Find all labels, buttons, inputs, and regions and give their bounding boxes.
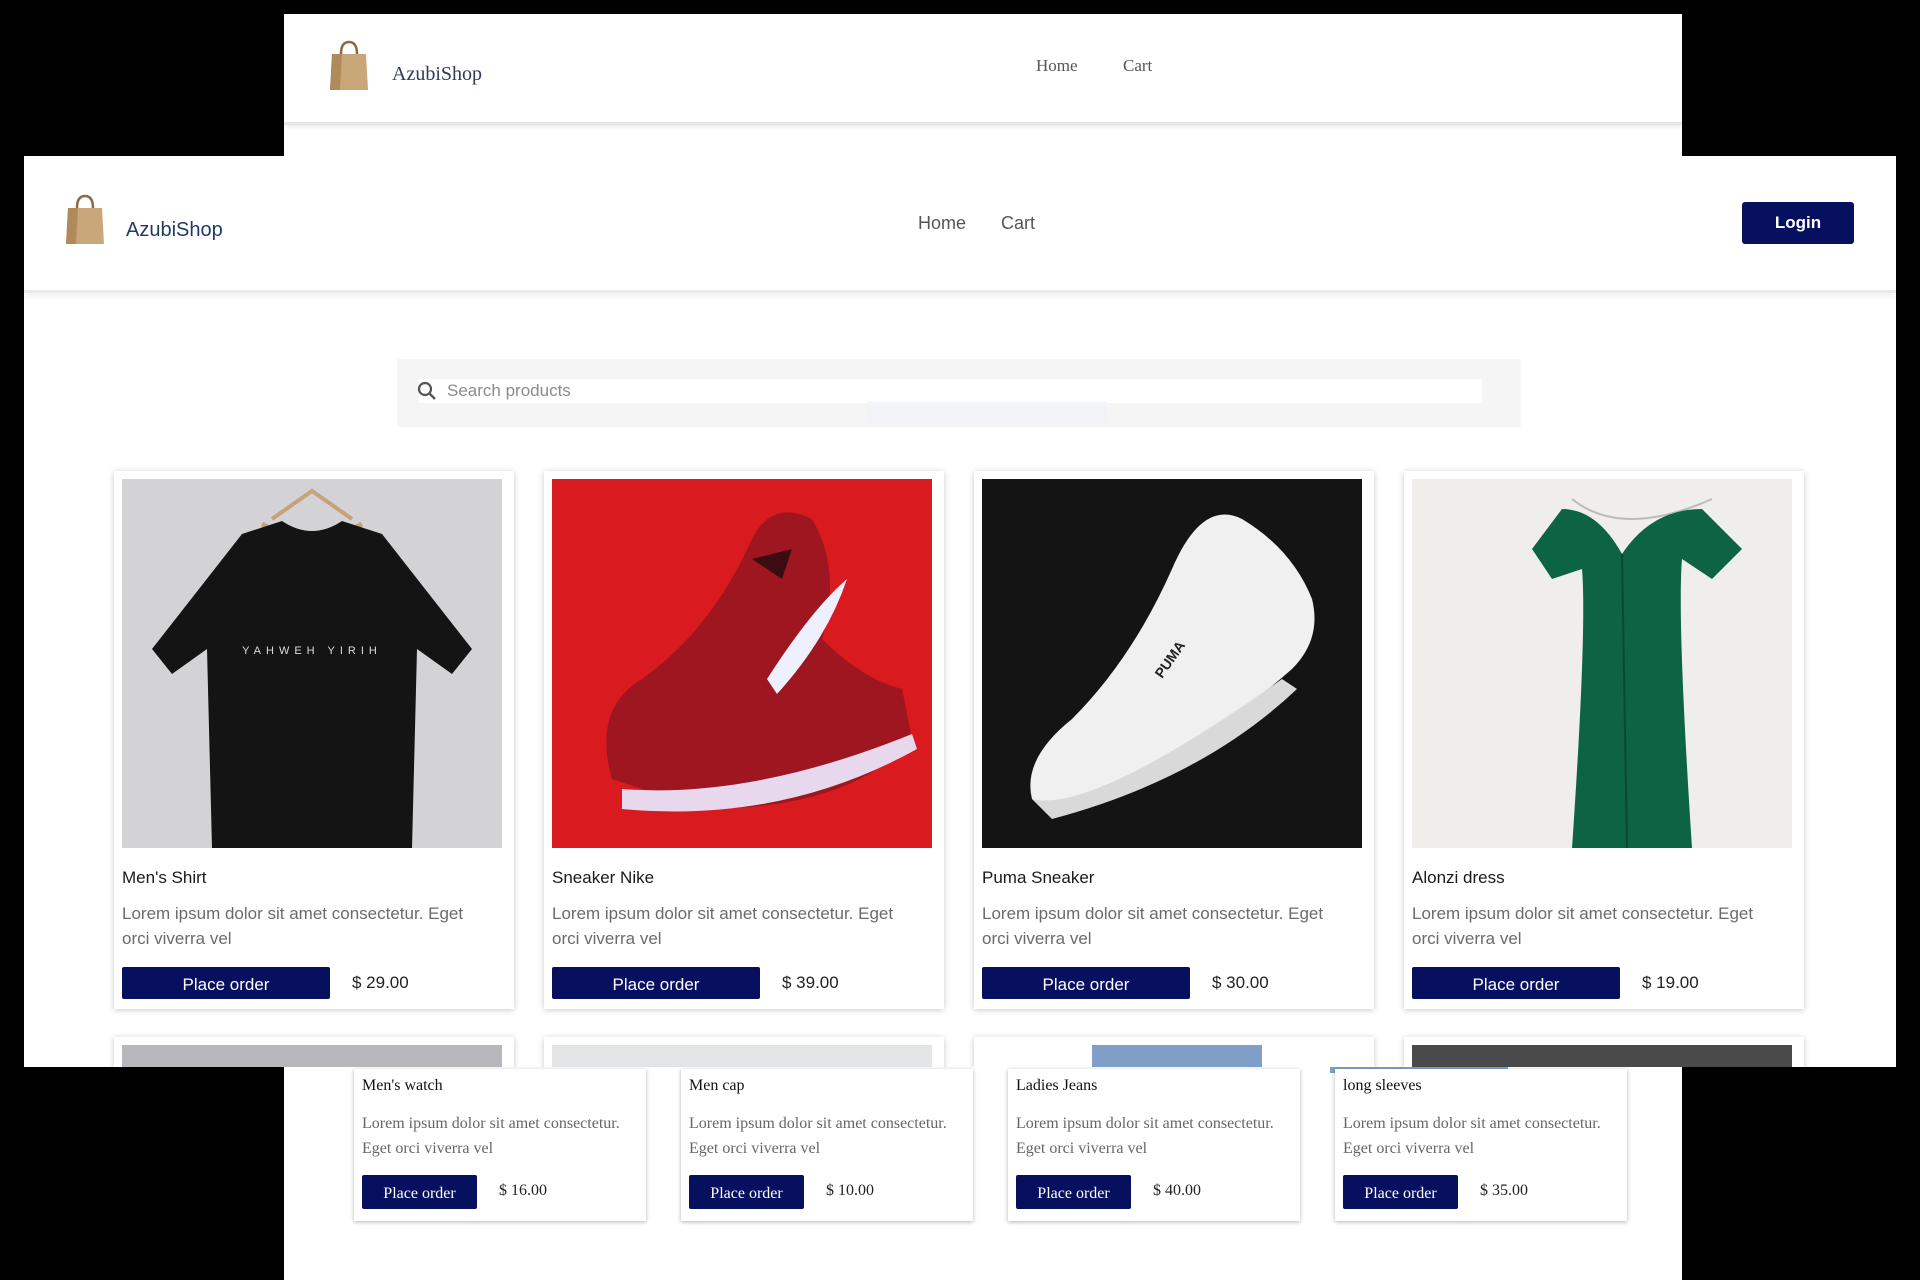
product-card: Ladies Jeans Lorem ipsum dolor sit amet … <box>1008 1069 1300 1221</box>
search-input[interactable] <box>419 379 1482 403</box>
product-price: $ 19.00 <box>1642 973 1699 992</box>
product-image-cropped <box>552 1045 932 1067</box>
brand-name[interactable]: AzubiShop <box>392 63 482 86</box>
product-card: Alonzi dress Lorem ipsum dolor sit amet … <box>1404 471 1804 1009</box>
product-card: PUMA Puma Sneaker Lorem ipsum dolor sit … <box>974 471 1374 1009</box>
navbar: AzubiShop Home Cart Login <box>24 156 1896 293</box>
search-bar[interactable]: Search products <box>397 359 1521 427</box>
product-description: Lorem ipsum dolor sit amet consectetur. … <box>552 904 894 948</box>
product-card-cropped <box>974 1037 1374 1067</box>
product-card: Men's watch Lorem ipsum dolor sit amet c… <box>354 1069 646 1221</box>
product-description: Lorem ipsum dolor sit amet consectetur. … <box>689 1115 947 1157</box>
product-price: $ 10.00 <box>826 1182 874 1199</box>
product-price: $ 16.00 <box>499 1182 547 1199</box>
product-image-cropped <box>1412 1045 1792 1067</box>
product-image-cropped <box>122 1045 502 1067</box>
place-order-button[interactable]: Place order <box>552 967 760 999</box>
product-image-nike-sneaker[interactable] <box>552 479 932 848</box>
product-name: Puma Sneaker <box>982 868 1095 887</box>
search-placeholder: Search products <box>447 381 571 400</box>
product-name: Ladies Jeans <box>1016 1077 1098 1094</box>
product-card: Sneaker Nike Lorem ipsum dolor sit amet … <box>544 471 944 1009</box>
product-description: Lorem ipsum dolor sit amet consectetur. … <box>1343 1115 1601 1157</box>
product-image-puma-sneaker[interactable]: PUMA <box>982 479 1362 848</box>
product-image-dress[interactable] <box>1412 479 1792 848</box>
product-price: $ 40.00 <box>1153 1182 1201 1199</box>
product-name: Men's watch <box>362 1077 443 1094</box>
product-name: Sneaker Nike <box>552 868 655 887</box>
foreground-window: AzubiShop Home Cart Login Search product… <box>24 156 1896 1067</box>
product-price: $ 30.00 <box>1212 973 1269 992</box>
back-navbar: AzubiShop Home Cart <box>284 14 1682 125</box>
place-order-button[interactable]: Place order <box>982 967 1190 999</box>
product-image-shirt[interactable]: YAHWEH YIRIH <box>122 479 502 848</box>
nav-cart-link[interactable]: Cart <box>1123 56 1152 76</box>
product-card-cropped <box>114 1037 514 1067</box>
product-card: Men cap Lorem ipsum dolor sit amet conse… <box>681 1069 973 1221</box>
place-order-button[interactable]: Place order <box>122 967 330 999</box>
product-description: Lorem ipsum dolor sit amet consectetur. … <box>982 904 1324 948</box>
product-description: Lorem ipsum dolor sit amet consectetur. … <box>1412 904 1754 948</box>
place-order-button[interactable]: Place order <box>1343 1175 1458 1209</box>
product-price: $ 29.00 <box>352 973 409 992</box>
product-image-cropped <box>982 1045 1362 1067</box>
svg-text:YAHWEH YIRIH: YAHWEH YIRIH <box>242 645 382 657</box>
product-card-cropped <box>544 1037 944 1067</box>
shopping-bag-icon <box>328 40 370 97</box>
product-name: Alonzi dress <box>1412 868 1505 887</box>
nav-cart-link[interactable]: Cart <box>1001 213 1035 234</box>
place-order-button[interactable]: Place order <box>1412 967 1620 999</box>
product-name: Men cap <box>689 1077 745 1094</box>
search-icon <box>417 381 437 406</box>
product-description: Lorem ipsum dolor sit amet consectetur. … <box>122 904 464 948</box>
place-order-button[interactable]: Place order <box>1016 1175 1131 1209</box>
shopping-bag-icon <box>64 194 106 251</box>
ghost-overlay <box>867 401 1107 423</box>
nav-home-link[interactable]: Home <box>918 213 966 234</box>
login-button[interactable]: Login <box>1742 202 1854 244</box>
place-order-button[interactable]: Place order <box>362 1175 477 1209</box>
product-price: $ 35.00 <box>1480 1182 1528 1199</box>
product-description: Lorem ipsum dolor sit amet consectetur. … <box>362 1115 620 1157</box>
nav-home-link[interactable]: Home <box>1036 56 1078 76</box>
product-name: long sleeves <box>1343 1077 1422 1094</box>
place-order-button[interactable]: Place order <box>689 1175 804 1209</box>
product-card-cropped <box>1404 1037 1804 1067</box>
product-price: $ 39.00 <box>782 973 839 992</box>
product-card: YAHWEH YIRIH Men's Shirt Lorem ipsum dol… <box>114 471 514 1009</box>
brand-name[interactable]: AzubiShop <box>126 219 223 242</box>
product-name: Men's Shirt <box>122 868 207 887</box>
product-card: long sleeves Lorem ipsum dolor sit amet … <box>1335 1069 1627 1221</box>
product-description: Lorem ipsum dolor sit amet consectetur. … <box>1016 1115 1274 1157</box>
